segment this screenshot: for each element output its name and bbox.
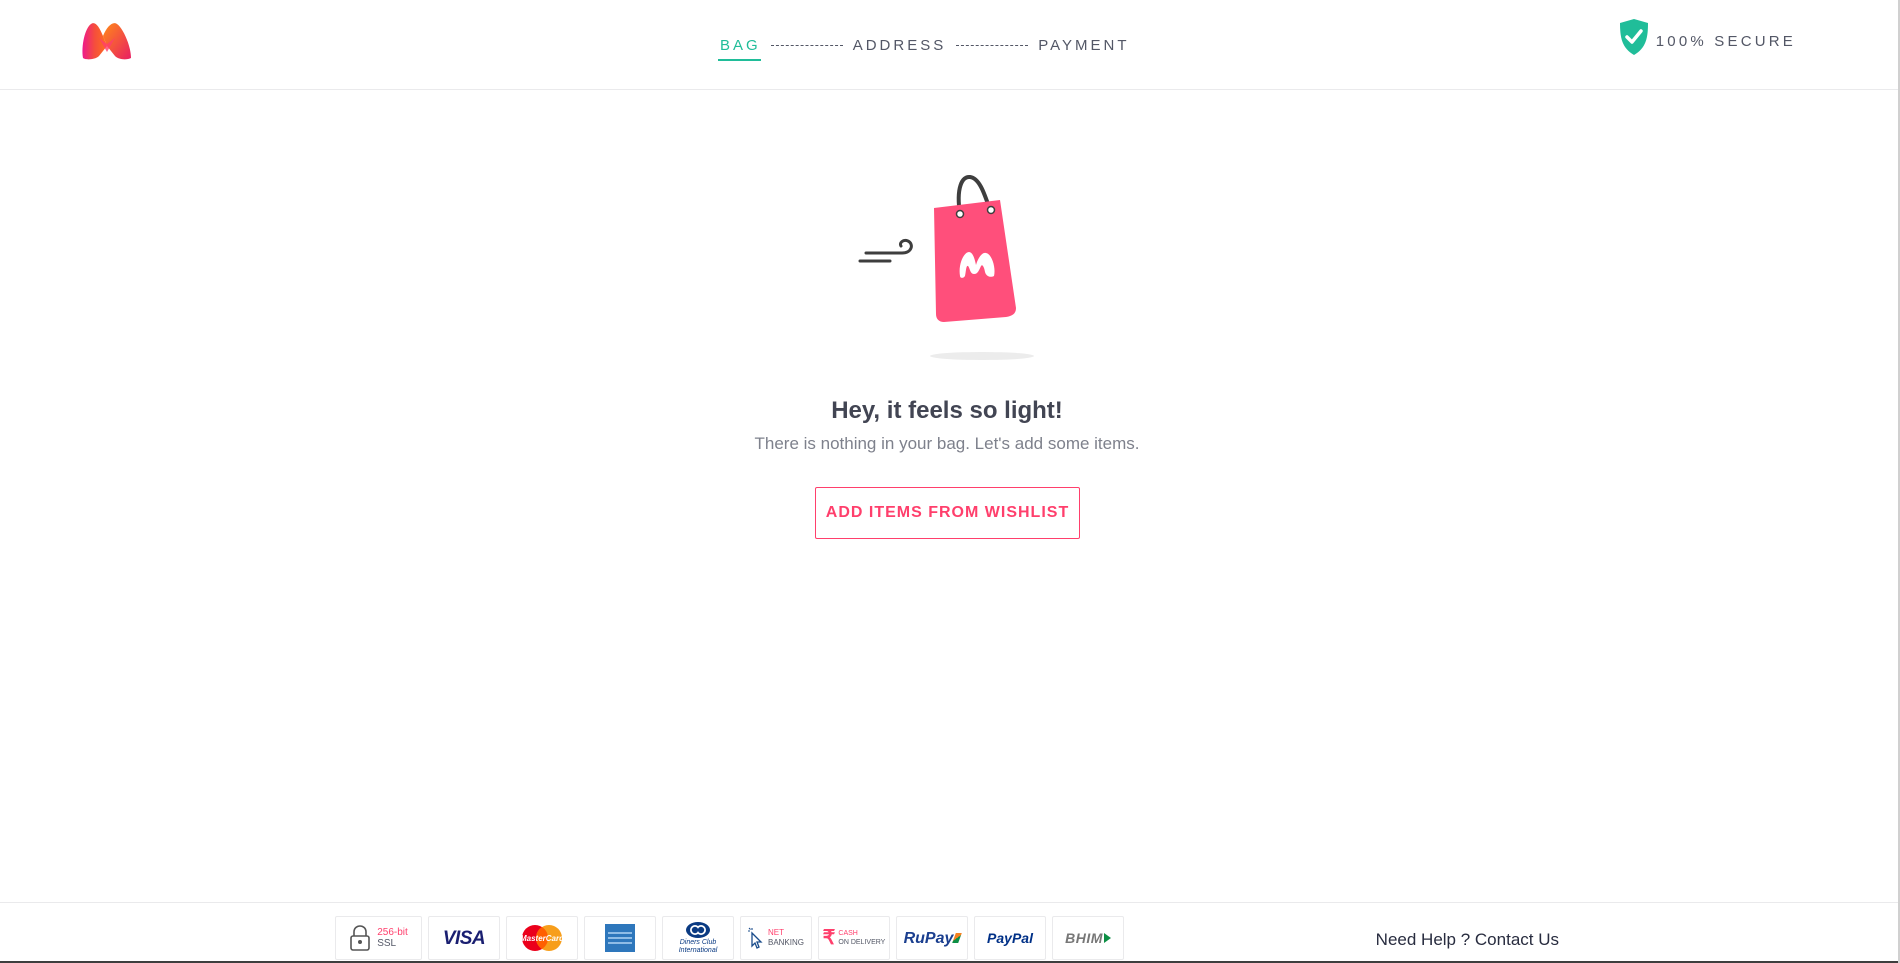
diners-club-logo: Diners Club International bbox=[662, 916, 734, 960]
checkout-header: BAG ADDRESS PAYMENT 100% SECURE bbox=[0, 0, 1898, 90]
shield-check-icon bbox=[1618, 18, 1650, 61]
shopping-bag-icon bbox=[852, 168, 1042, 360]
paypal-logo: PayPal bbox=[974, 916, 1046, 960]
rupay-logo: RuPay bbox=[896, 916, 968, 960]
svg-text:MasterCard: MasterCard bbox=[520, 934, 565, 943]
checkout-steps: BAG ADDRESS PAYMENT bbox=[718, 0, 1132, 90]
empty-bag-title: Hey, it feels so light! bbox=[831, 397, 1063, 424]
rupee-icon: ₹ bbox=[822, 926, 836, 949]
secure-label: 100% SECURE bbox=[1655, 33, 1796, 50]
step-bag[interactable]: BAG bbox=[718, 37, 763, 61]
empty-bag-subtitle: There is nothing in your bag. Let's add … bbox=[754, 434, 1140, 453]
cash-on-delivery-logo: ₹ CASH ON DELIVERY bbox=[818, 916, 890, 960]
help-prefix: Need Help ? bbox=[1375, 930, 1475, 949]
mastercard-logo: MasterCard bbox=[506, 916, 578, 960]
checkout-footer: 256-bit SSL VISA MasterCard Diners Club … bbox=[0, 902, 1898, 963]
amex-logo bbox=[584, 916, 656, 960]
add-items-from-wishlist-button[interactable]: ADD ITEMS FROM WISHLIST bbox=[815, 487, 1080, 539]
step-divider bbox=[956, 44, 1029, 46]
step-divider bbox=[770, 44, 843, 46]
lock-icon bbox=[350, 925, 371, 951]
ssl-line1: 256-bit bbox=[377, 927, 408, 938]
payment-methods: 256-bit SSL VISA MasterCard Diners Club … bbox=[335, 916, 1130, 960]
step-address[interactable]: ADDRESS bbox=[851, 37, 949, 54]
ssl-line2: SSL bbox=[377, 938, 397, 949]
need-help: Need Help ? Contact Us bbox=[1376, 930, 1559, 950]
myntra-logo[interactable] bbox=[79, 18, 135, 60]
bhim-logo: BHIM bbox=[1052, 916, 1124, 960]
cursor-icon bbox=[747, 927, 763, 949]
net-banking-logo: NET BANKING bbox=[740, 916, 812, 960]
step-payment[interactable]: PAYMENT bbox=[1036, 37, 1131, 54]
contact-us-link[interactable]: Contact Us bbox=[1475, 930, 1559, 949]
ssl-badge: 256-bit SSL bbox=[335, 916, 422, 960]
visa-logo: VISA bbox=[428, 916, 500, 960]
secure-badge: 100% SECURE bbox=[1618, 18, 1796, 61]
